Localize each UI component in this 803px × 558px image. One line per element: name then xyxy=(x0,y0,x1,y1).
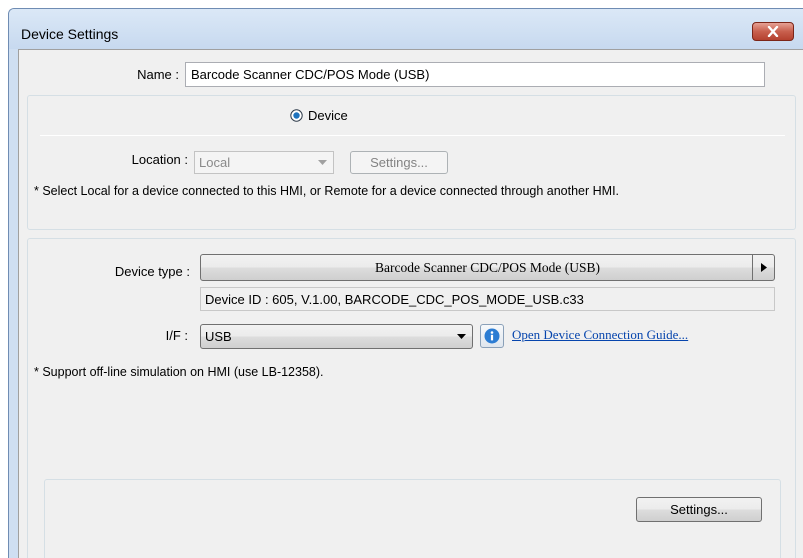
device-type-label: Device type : xyxy=(114,264,190,279)
device-type-value: Barcode Scanner CDC/POS Mode (USB) xyxy=(375,259,600,275)
device-radio-label: Device xyxy=(308,108,348,123)
location-select[interactable]: Local xyxy=(194,151,334,174)
connection-guide-link[interactable]: Open Device Connection Guide... xyxy=(512,327,688,343)
location-select-value: Local xyxy=(199,155,231,170)
device-settings-label: Settings... xyxy=(670,502,728,517)
info-icon xyxy=(484,328,500,344)
interface-label: I/F : xyxy=(165,328,188,343)
support-note: * Support off-line simulation on HMI (us… xyxy=(34,365,324,379)
location-settings-label: Settings... xyxy=(370,155,428,170)
name-input[interactable]: Barcode Scanner CDC/POS Mode (USB) xyxy=(185,62,765,87)
location-settings-button[interactable]: Settings... xyxy=(350,151,448,174)
device-type-button[interactable]: Barcode Scanner CDC/POS Mode (USB) xyxy=(200,254,775,281)
device-settings-window: Device Settings Name : Barcode Scanner C… xyxy=(8,8,803,558)
device-settings-button[interactable]: Settings... xyxy=(636,497,762,522)
settings-panel: Settings... xyxy=(44,479,781,558)
info-button[interactable] xyxy=(480,324,504,348)
title-bar: Device Settings xyxy=(9,9,803,49)
radio-selected-icon xyxy=(290,109,303,122)
dialog-body: Name : Barcode Scanner CDC/POS Mode (USB… xyxy=(18,49,803,558)
chevron-down-icon xyxy=(315,152,329,173)
name-label: Name : xyxy=(137,67,179,82)
location-group: Device Location : Local Settings... * Se… xyxy=(27,95,796,230)
device-id-text: Device ID : 605, V.1.00, BARCODE_CDC_POS… xyxy=(205,291,584,307)
close-button[interactable] xyxy=(752,22,794,41)
close-icon xyxy=(767,26,779,37)
name-input-value: Barcode Scanner CDC/POS Mode (USB) xyxy=(191,67,430,82)
interface-select-value: USB xyxy=(205,329,232,344)
device-id-field: Device ID : 605, V.1.00, BARCODE_CDC_POS… xyxy=(200,287,775,311)
device-group: Device type : Barcode Scanner CDC/POS Mo… xyxy=(27,238,796,558)
chevron-down-icon xyxy=(454,325,468,348)
chevron-right-icon xyxy=(752,255,774,280)
device-radio[interactable]: Device xyxy=(290,108,348,123)
location-note: * Select Local for a device connected to… xyxy=(34,184,620,198)
location-label: Location : xyxy=(131,152,188,167)
interface-select[interactable]: USB xyxy=(200,324,473,349)
window-title: Device Settings xyxy=(21,26,119,42)
separator xyxy=(40,135,785,136)
